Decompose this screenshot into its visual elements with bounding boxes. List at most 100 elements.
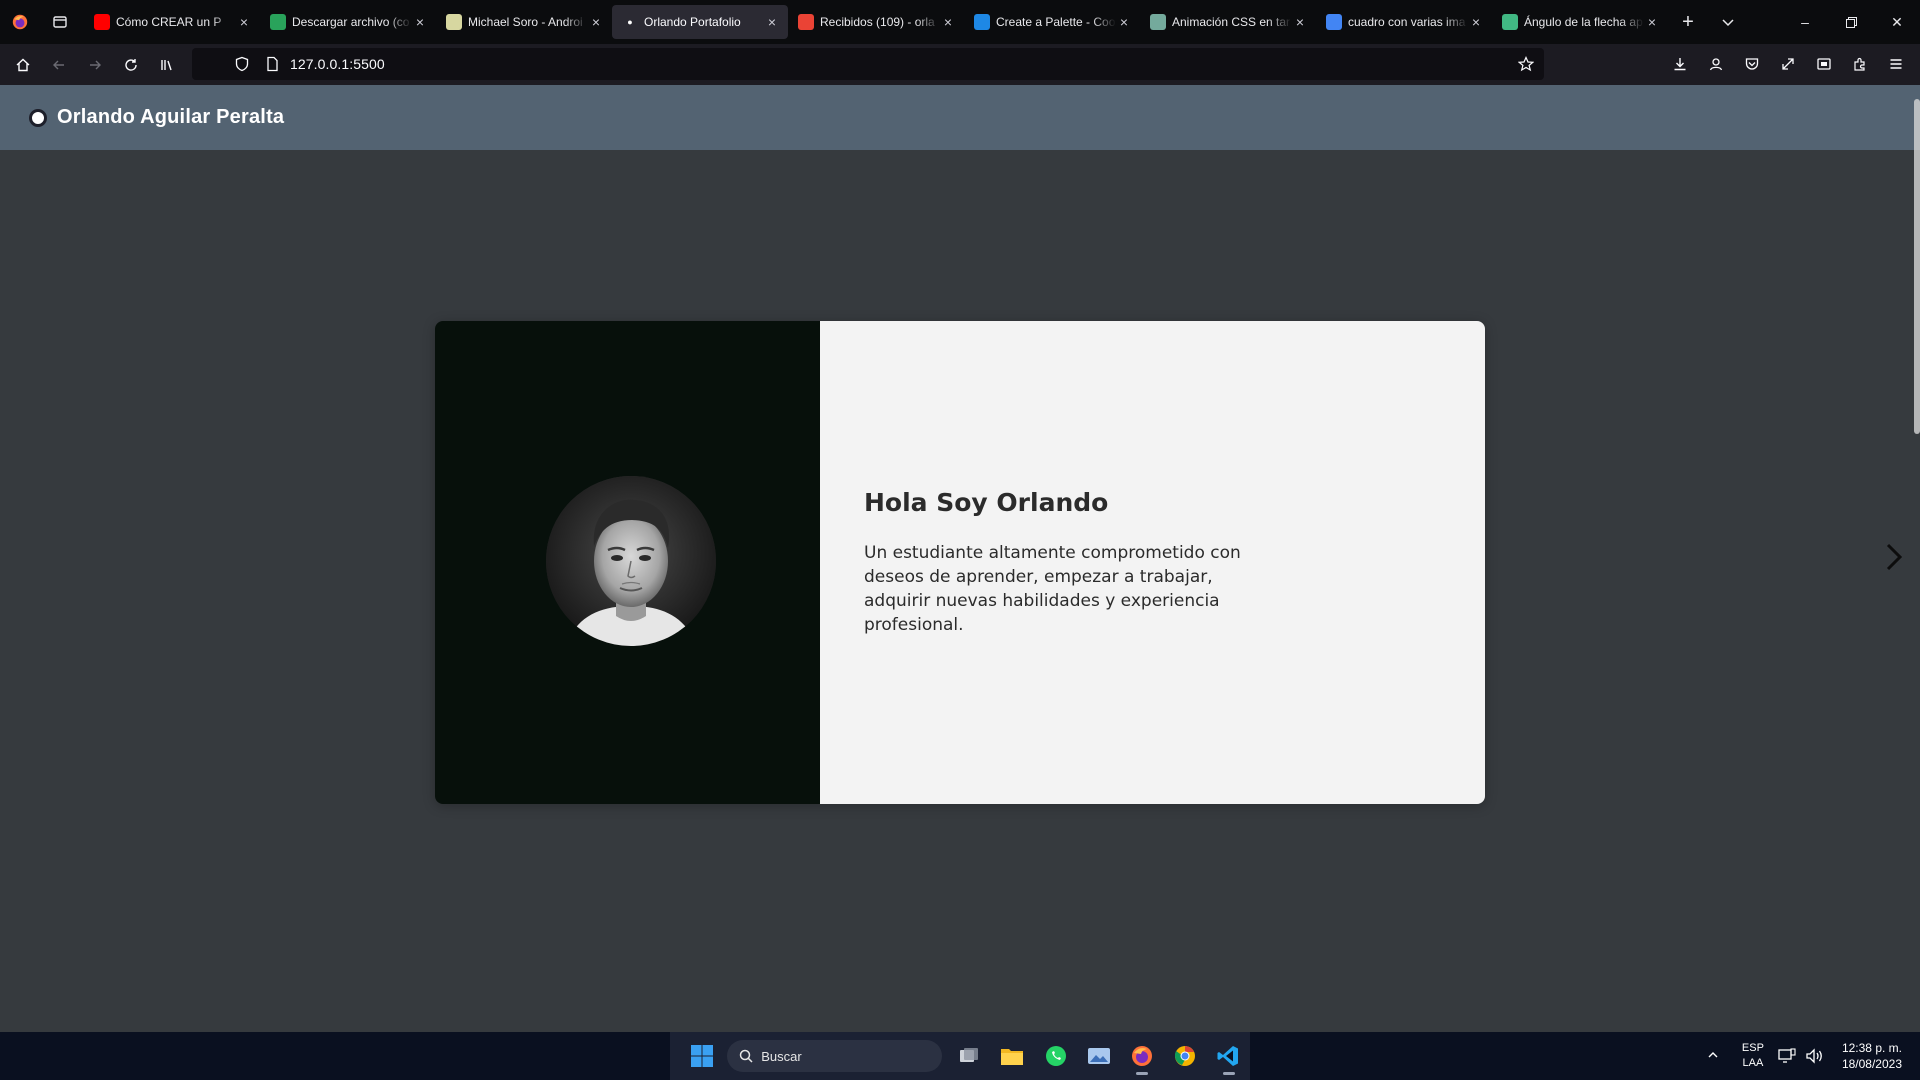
intro-panel: Hola Soy Orlando Un estudiante altamente… [820,321,1485,804]
close-tab-icon[interactable]: × [1644,14,1660,30]
tab-title: cuadro con varias ima [1348,15,1466,29]
address-bar[interactable]: 127.0.0.1:5500 [192,48,1544,80]
bookmark-star-icon[interactable] [1517,56,1535,77]
minimize-button[interactable]: – [1782,0,1828,44]
tab-title: Ángulo de la flecha ap [1524,15,1643,29]
close-tab-icon[interactable]: × [1468,14,1484,30]
browser-tab[interactable]: Animación CSS en tar × [1140,5,1316,39]
task-view-icon[interactable] [948,1036,991,1076]
browser-tab[interactable]: ● Orlando Portafolio × [612,5,788,39]
tabs-list: Cómo CREAR un P × Descargar archivo (co × Mi… [84,0,1668,44]
clock-time: 12:38 p. m. [1841,1041,1902,1055]
ai-icon [446,14,462,30]
tab-title: Create a Palette - Coo [996,15,1116,29]
window-controls: – ✕ [1782,0,1920,44]
tab-title: Michael Soro - Androi [468,15,583,29]
profile-photo-panel [435,321,820,804]
tab-title: Animación CSS en tar [1172,15,1291,29]
library-icon[interactable] [149,49,185,81]
toolbar-right [1662,48,1914,80]
intro-text: Un estudiante altamente comprometido con… [864,543,1241,635]
browser-tab[interactable]: Ángulo de la flecha ap × [1492,5,1668,39]
tab-title: Recibidos (109) - orla [820,15,935,29]
taskbar-apps: Buscar [670,1032,1250,1080]
quick-settings[interactable] [1778,1048,1824,1064]
firefox-view-icon[interactable] [40,0,80,44]
vue-icon [1502,14,1518,30]
browser-tab[interactable]: Create a Palette - Coo × [964,5,1140,39]
site-brand[interactable]: Orlando Aguilar Peralta [57,106,284,129]
close-tab-icon[interactable]: × [1292,14,1308,30]
navigation-toolbar: 127.0.0.1:5500 [0,44,1920,85]
hamburger-menu-icon[interactable] [1878,48,1914,80]
next-arrow-icon[interactable] [1882,540,1906,574]
profile-card: Hola Soy Orlando Un estudiante altamente… [435,321,1485,804]
page-scrollbar[interactable] [1914,99,1920,434]
taskbar-search[interactable]: Buscar [727,1040,942,1072]
clock-date: 18/08/2023 [1841,1057,1902,1071]
browser-tab[interactable]: Descargar archivo (co × [260,5,436,39]
volume-icon [1806,1048,1822,1064]
home-icon[interactable] [5,49,41,81]
screenshot-icon[interactable] [1806,48,1842,80]
site-header: Orlando Aguilar Peralta [0,85,1920,150]
tab-title: Descargar archivo (co [292,15,410,29]
extensions-icon[interactable] [1842,48,1878,80]
input-language[interactable]: ESP LAA [1742,1041,1764,1071]
close-tab-icon[interactable]: × [236,14,252,30]
gmail-icon [798,14,814,30]
close-tab-icon[interactable]: × [1116,14,1132,30]
close-tab-icon[interactable]: × [588,14,604,30]
browser-tab[interactable]: Recibidos (109) - orla × [788,5,964,39]
tab-title: Cómo CREAR un P [116,15,222,29]
google-icon [1326,14,1342,30]
whatsapp-icon[interactable] [1034,1036,1077,1076]
system-tray: ESP LAA 12:38 p. m. 18/08/2023 [1698,1032,1920,1080]
language-code: ESP [1741,1042,1764,1054]
avatar [546,476,716,646]
close-tab-icon[interactable]: × [764,14,780,30]
search-icon [739,1049,753,1063]
tab-strip: Cómo CREAR un P × Descargar archivo (co × Mi… [0,0,1920,44]
intro-title: Hola Soy Orlando [864,488,1109,517]
chrome-icon[interactable] [1164,1036,1207,1076]
back-icon[interactable] [41,49,77,81]
firefox-menu-icon[interactable] [0,0,40,44]
url-text[interactable]: 127.0.0.1:5500 [290,56,385,72]
account-icon[interactable] [1698,48,1734,80]
chatgpt-icon [1150,14,1166,30]
search-placeholder: Buscar [761,1048,802,1064]
network-icon [1778,1048,1796,1063]
windows-taskbar: Buscar ESP LAA 12:38 p. m. 18/08/2023 [0,1032,1920,1080]
forward-icon[interactable] [77,49,113,81]
page-info-icon[interactable] [264,56,280,72]
firefox-taskbar-icon[interactable] [1120,1036,1163,1076]
vscode-icon[interactable] [1207,1036,1250,1076]
photos-icon[interactable] [1077,1036,1120,1076]
keyboard-layout: LAA [1742,1057,1764,1069]
close-tab-icon[interactable]: × [940,14,956,30]
pocket-icon[interactable] [1734,48,1770,80]
new-tab-button[interactable]: + [1668,5,1708,39]
restore-button[interactable] [1828,0,1874,44]
person-icon: ● [627,17,633,27]
coolors-icon [974,14,990,30]
fullscreen-icon[interactable] [1770,48,1806,80]
logo-dot-icon [29,108,47,127]
downloads-icon[interactable] [1662,48,1698,80]
browser-tab[interactable]: cuadro con varias ima × [1316,5,1492,39]
list-all-tabs-button[interactable] [1708,5,1748,39]
browser-tab[interactable]: Michael Soro - Androi × [436,5,612,39]
browser-tab[interactable]: Cómo CREAR un P × [84,5,260,39]
youtube-icon [94,14,110,30]
tab-title: Orlando Portafolio [644,15,741,29]
shield-icon[interactable] [234,56,250,72]
taskbar-clock[interactable]: 12:38 p. m. 18/08/2023 [1842,1040,1902,1072]
file-explorer-icon[interactable] [991,1036,1034,1076]
sheet-icon [270,14,286,30]
show-hidden-icons-chevron-icon[interactable] [1698,1049,1728,1064]
close-window-button[interactable]: ✕ [1874,0,1920,44]
close-tab-icon[interactable]: × [412,14,428,30]
windows-start-icon[interactable] [680,1036,723,1076]
reload-icon[interactable] [113,49,149,81]
